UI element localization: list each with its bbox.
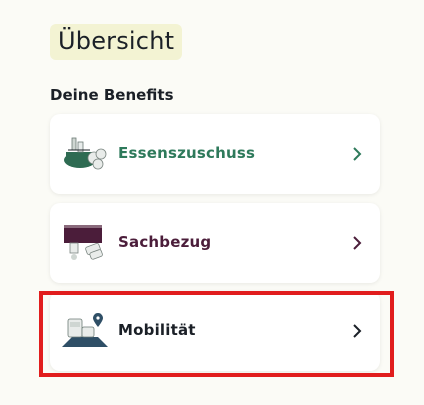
chevron-right-icon bbox=[353, 147, 362, 161]
selection-highlight-box bbox=[39, 291, 394, 377]
benefit-label-essenszuschuss: Essenszuschuss bbox=[118, 144, 256, 162]
benefit-card-essenszuschuss[interactable]: Essenszuschuss bbox=[50, 114, 380, 194]
section-title: Deine Benefits bbox=[50, 86, 174, 104]
food-allowance-icon bbox=[64, 137, 107, 170]
benefit-label-sachbezug: Sachbezug bbox=[118, 233, 212, 251]
chevron-right-icon bbox=[353, 236, 362, 250]
page-title: Übersicht bbox=[58, 27, 175, 55]
benefit-in-kind-icon bbox=[64, 225, 103, 260]
page-title-highlight: Übersicht bbox=[50, 24, 183, 60]
benefit-card-sachbezug[interactable]: Sachbezug bbox=[50, 203, 380, 283]
